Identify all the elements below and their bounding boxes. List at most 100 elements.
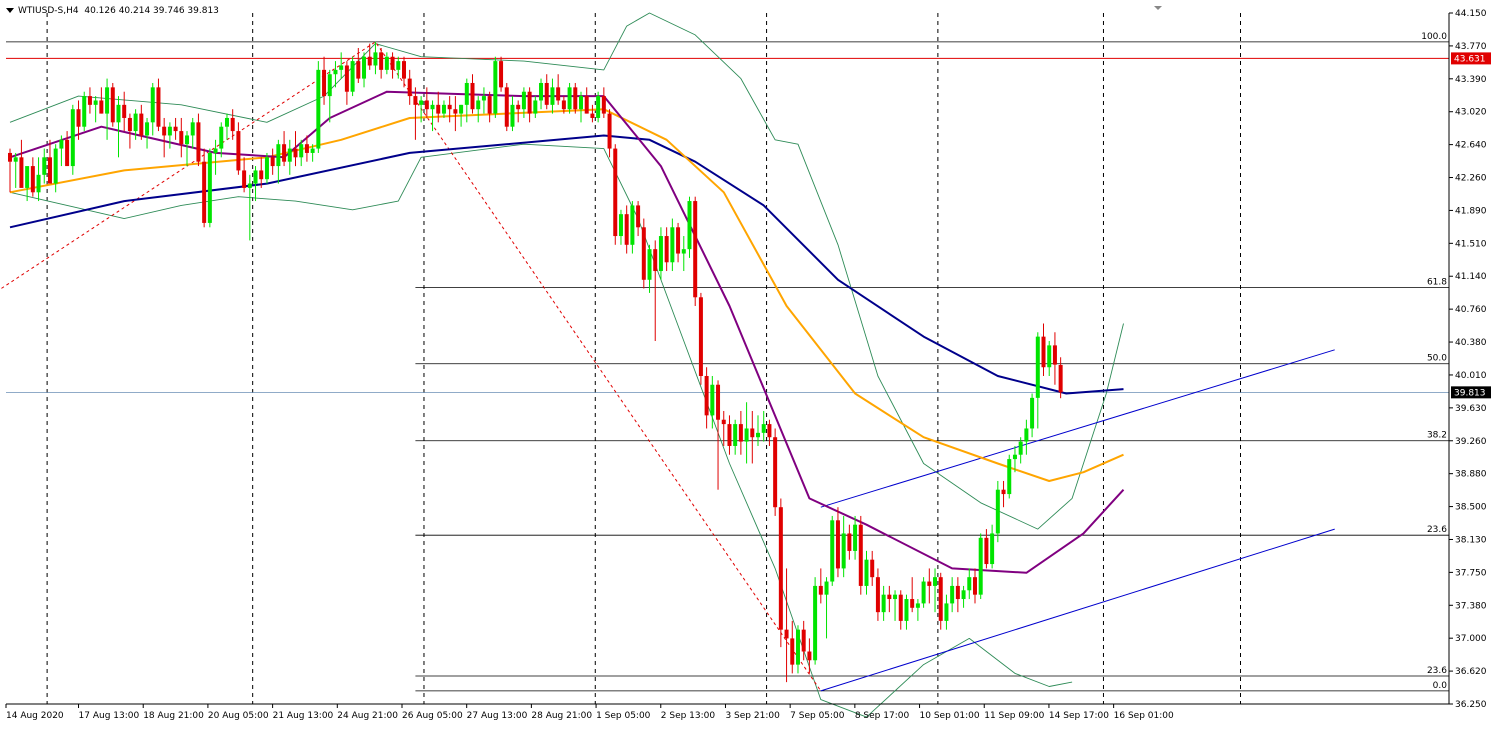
fib-level-label: 23.6 (1427, 666, 1447, 676)
candle-body (99, 100, 104, 114)
candle-body (139, 113, 144, 136)
y-tick-label: 39.630 (1455, 404, 1487, 414)
current-price-marker-label: 39.813 (1454, 388, 1486, 398)
candle-body (756, 432, 761, 438)
candle-body (579, 96, 583, 110)
candle-body (356, 61, 361, 79)
candle-body (527, 91, 532, 114)
candle-body (676, 227, 681, 254)
candle-body (778, 507, 783, 630)
y-tick-label: 43.020 (1455, 108, 1487, 118)
candle-body (738, 424, 743, 442)
candle-body (344, 65, 349, 92)
candle-body (824, 581, 829, 595)
shift-marker-icon (1154, 6, 1162, 10)
candle-body (259, 170, 264, 180)
candle-body (287, 148, 292, 162)
candle-body (367, 56, 372, 66)
candle-body (910, 599, 915, 608)
candle-body (955, 585, 960, 600)
candle-body (950, 585, 955, 604)
candle-body (1024, 428, 1029, 442)
channel-line (820, 349, 1335, 508)
candle-body (230, 117, 235, 132)
y-tick-label: 41.140 (1455, 272, 1487, 282)
candle-body (47, 157, 52, 184)
candle-body (1001, 489, 1006, 495)
candle-body (167, 126, 172, 136)
candle-body (744, 428, 749, 442)
candle-body (327, 74, 332, 97)
x-tick-label: 18 Aug 21:00 (143, 711, 204, 721)
candle-body (59, 139, 64, 149)
candle-body (1018, 441, 1023, 455)
candle-body (933, 577, 938, 586)
candle-body (441, 104, 446, 114)
candle-body (550, 87, 555, 105)
candle-body (864, 559, 869, 586)
candle-body (504, 87, 509, 127)
candle-body (430, 104, 435, 110)
y-tick-label: 37.750 (1455, 568, 1487, 578)
candle-body (539, 82, 544, 101)
candle-body (670, 227, 675, 263)
fib-level-label: 61.8 (1427, 278, 1447, 288)
candle-body (847, 533, 852, 551)
candle-body (1007, 459, 1012, 495)
candle-body (373, 52, 378, 66)
candle-body (698, 297, 703, 376)
candle-body (784, 629, 789, 639)
candle-body (447, 104, 452, 110)
candle-body (236, 131, 241, 171)
candle-body (464, 82, 469, 105)
y-tick-label: 36.620 (1455, 667, 1487, 677)
candle-body (533, 100, 538, 114)
candle-body (413, 96, 418, 105)
candle-body (13, 157, 18, 162)
fib-level-label: 0.0 (1433, 681, 1448, 691)
candles-layer (8, 41, 1063, 683)
x-tick-label: 20 Aug 05:00 (208, 711, 269, 721)
candle-body (384, 56, 389, 70)
fib-level-label: 38.2 (1427, 431, 1447, 441)
candle-body (624, 214, 629, 245)
candle-body (470, 82, 475, 110)
ema-fast (9, 90, 1125, 574)
candle-body (516, 104, 521, 110)
candle-body (1052, 345, 1057, 365)
candle-body (835, 520, 840, 569)
y-tick-label: 39.260 (1455, 437, 1487, 447)
candle-body (76, 109, 81, 127)
candle-body (476, 100, 481, 110)
candle-body (1030, 397, 1035, 429)
candle-body (898, 594, 903, 621)
candle-body (510, 104, 515, 127)
x-tick-label: 14 Sep 17:00 (1049, 711, 1109, 721)
price-chart[interactable]: 100.0 61.8 50.0 38.2 23.6 23.6 0.0 44.150 43.77… (0, 0, 1493, 731)
y-tick-label: 43.770 (1455, 42, 1487, 52)
ema-mid (9, 108, 1124, 482)
candle-body (122, 104, 127, 118)
candle-body (270, 157, 275, 167)
candle-body (978, 537, 983, 595)
candle-body (544, 82, 549, 105)
x-tick-label: 7 Sep 05:00 (790, 711, 845, 721)
candle-body (304, 144, 309, 153)
candle-body (459, 104, 464, 114)
candle-body (1041, 336, 1046, 368)
x-tick-label: 10 Sep 01:00 (920, 711, 980, 721)
candle-body (995, 489, 1000, 534)
candle-body (636, 205, 641, 228)
candle-body (681, 249, 686, 254)
bollinger-upper (9, 12, 1124, 530)
candle-body (25, 166, 30, 188)
candle-body (316, 69, 321, 149)
candle-body (424, 100, 429, 110)
candle-body (179, 131, 184, 145)
candle-body (127, 117, 132, 132)
candle-body (613, 148, 618, 237)
candle-body (499, 61, 504, 88)
candle-body (110, 87, 115, 123)
candle-body (647, 249, 652, 280)
x-tick-label: 26 Aug 05:00 (402, 711, 463, 721)
